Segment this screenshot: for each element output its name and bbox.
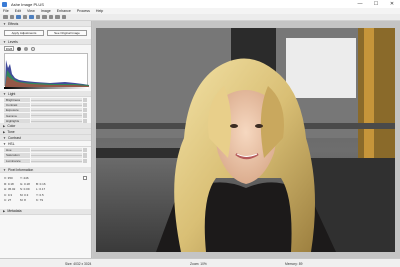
close-button[interactable]: ✕ [384, 0, 400, 8]
menu-process[interactable]: Process [77, 9, 90, 13]
light-row-brightness: Brightness [0, 97, 91, 102]
window-controls: — ☐ ✕ [352, 0, 400, 8]
crop-icon[interactable] [61, 14, 66, 20]
hue-label: Hue [4, 147, 30, 153]
black-point-icon[interactable] [17, 46, 21, 51]
folder-icon[interactable] [35, 14, 40, 20]
luminance-slider[interactable] [31, 158, 82, 163]
image-icon[interactable] [29, 14, 34, 20]
brightness-value[interactable] [83, 97, 87, 102]
chevron-down-icon: ▼ [3, 141, 6, 146]
status-bar: Size: 4032 x 3024 Zoom: 10% Memory: 89 [0, 258, 400, 267]
gamma-label: Gamma [4, 113, 30, 118]
effects-buttons: Apply Adjustments See Original Image [0, 27, 91, 39]
open-icon[interactable] [3, 14, 8, 20]
chevron-right-icon: ▶ [3, 209, 6, 214]
hue-slider[interactable] [31, 147, 82, 153]
luminance-label: Luminance [4, 158, 30, 163]
chevron-down-icon: ▼ [3, 135, 6, 140]
histogram [4, 53, 89, 87]
light-row-exposure: Exposure [0, 108, 91, 113]
saturation-slider[interactable] [31, 153, 82, 158]
contrast-label: Contrast [4, 102, 30, 108]
pixel-info-table: X: 350 Y: 246 R: 0.18 G: 0.18 B: 0.16 H:… [0, 173, 91, 205]
chevron-down-icon: ▼ [3, 91, 6, 96]
highlights-slider[interactable] [31, 118, 82, 123]
pixel-color-swatch [83, 176, 87, 181]
light-row-contrast: Contrast [0, 102, 91, 108]
gamma-value[interactable] [83, 113, 87, 118]
levels-slider[interactable] [4, 87, 88, 89]
exposure-label: Exposure [4, 108, 30, 113]
export-icon[interactable] [16, 14, 21, 20]
undo-icon[interactable] [42, 14, 47, 20]
hsl-row-hue: Hue [0, 147, 91, 153]
image-canvas[interactable] [93, 21, 400, 258]
hsl-row-saturation: Saturation [0, 153, 91, 158]
section-metadata[interactable]: ▶ Metadata [0, 208, 91, 215]
chevron-down-icon: ▼ [3, 167, 6, 172]
menu-view[interactable]: View [27, 9, 35, 13]
contrast-slider[interactable] [31, 102, 82, 108]
menu-edit[interactable]: Edit [15, 9, 21, 13]
exposure-slider[interactable] [31, 108, 82, 113]
saturation-value[interactable] [83, 153, 87, 158]
exposure-value[interactable] [83, 108, 87, 113]
highlights-value[interactable] [83, 118, 87, 123]
histogram-graph [5, 60, 89, 87]
see-original-button[interactable]: See Original Image [47, 30, 87, 36]
saturation-label: Saturation [4, 153, 30, 158]
contrast-value[interactable] [83, 102, 87, 108]
pixel-info-row: C: 27 M: 8 K: 79 [4, 198, 44, 203]
print-icon[interactable] [22, 14, 27, 20]
menu-enhance[interactable]: Enhance [57, 9, 71, 13]
chevron-down-icon: ▼ [3, 21, 6, 26]
light-row-highlights: Highlights [0, 118, 91, 123]
gamma-slider[interactable] [31, 113, 82, 118]
image-size-status: Size: 4032 x 3024 [65, 261, 92, 266]
zoom-status: Zoom: 10% [190, 261, 207, 266]
minimize-button[interactable]: — [352, 0, 368, 8]
highlights-label: Highlights [4, 118, 30, 123]
gray-point-icon[interactable] [24, 46, 28, 51]
maximize-button[interactable]: ☐ [368, 0, 384, 8]
menu-file[interactable]: File [3, 9, 9, 13]
window-title: Ashe Image PLUS [11, 1, 44, 7]
app-icon [2, 1, 7, 7]
photo-image [96, 28, 395, 252]
menu-image[interactable]: Image [41, 9, 51, 13]
adjustments-sidebar: ▼ Effects Apply Adjustments See Original… [0, 21, 92, 258]
chevron-down-icon: ▼ [3, 39, 6, 44]
apply-adjustments-button[interactable]: Apply Adjustments [4, 30, 44, 36]
toolbar [0, 14, 400, 21]
luminance-value[interactable] [83, 158, 87, 163]
title-bar: Ashe Image PLUS — ☐ ✕ [0, 0, 400, 8]
save-icon[interactable] [9, 14, 14, 20]
brightness-slider[interactable] [31, 97, 82, 102]
white-point-icon[interactable] [31, 46, 35, 51]
hsl-row-luminance: Luminance [0, 158, 91, 163]
brightness-label: Brightness [4, 97, 30, 102]
chevron-right-icon: ▶ [3, 123, 6, 128]
memory-status: Memory: 89 [285, 261, 303, 266]
menu-help[interactable]: Help [96, 9, 103, 13]
hue-value[interactable] [83, 147, 87, 153]
redo-icon[interactable] [48, 14, 53, 20]
chevron-right-icon: ▶ [3, 129, 6, 134]
light-row-gamma: Gamma [0, 113, 91, 118]
channel-select[interactable]: RGB [4, 46, 14, 51]
levels-controls: RGB [0, 45, 91, 52]
zoom-icon[interactable] [55, 14, 60, 20]
